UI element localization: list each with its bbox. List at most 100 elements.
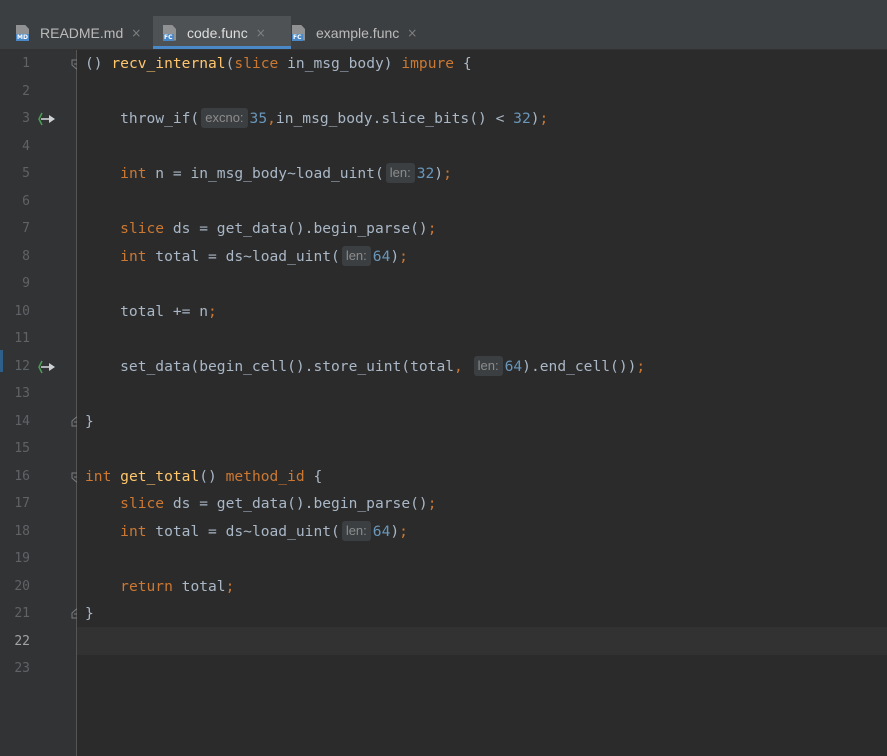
code-token: ; bbox=[427, 220, 437, 237]
close-tab-icon[interactable]: × bbox=[407, 26, 417, 40]
line-number: 6 bbox=[22, 193, 30, 209]
code-token: get_total bbox=[120, 467, 200, 485]
parameter-hint: len: bbox=[341, 245, 371, 266]
parameter-hint: excno: bbox=[201, 108, 248, 128]
line-number: 15 bbox=[14, 441, 30, 456]
markdown-file-icon: MD bbox=[16, 24, 32, 41]
code-token: } bbox=[85, 412, 94, 430]
line-number: 23 bbox=[14, 661, 30, 676]
code-token: set_data(begin_cell().store_uint(total bbox=[85, 357, 455, 375]
editor-gutter[interactable]: 1 2 3 4 5 6 7 8 9 10 11 12 13 14 15 16 17 18 19 20 21 22 23 bbox=[0, 50, 82, 756]
func-file-icon: FC bbox=[163, 24, 179, 41]
code-line[interactable]: int n = in_msg_body~load_uint(len: 32); bbox=[85, 160, 452, 188]
code-token: int bbox=[120, 165, 147, 182]
code-token: { bbox=[304, 467, 323, 485]
code-token: ds = get_data().begin_parse() bbox=[164, 220, 428, 237]
run-gutter-icon[interactable] bbox=[38, 112, 58, 126]
code-line[interactable]: throw_if(excno: 35,in_msg_body.slice_bits… bbox=[85, 105, 548, 133]
code-token: slice bbox=[120, 220, 165, 237]
code-line[interactable]: int get_total() method_id { bbox=[85, 463, 322, 491]
code-token: int bbox=[120, 247, 147, 265]
code-token: total = ds~load_uint( bbox=[146, 522, 340, 540]
tab-label: README.md bbox=[40, 24, 124, 41]
code-token: total = ds~load_uint( bbox=[146, 247, 340, 265]
line-number: 11 bbox=[14, 331, 30, 346]
code-line[interactable]: } bbox=[85, 600, 94, 628]
code-line[interactable]: } bbox=[85, 408, 94, 436]
code-line[interactable]: slice ds = get_data().begin_parse(); bbox=[85, 215, 436, 243]
code-token: ) bbox=[530, 110, 540, 127]
line-number: 16 bbox=[14, 468, 30, 484]
code-token: { bbox=[454, 55, 472, 72]
code-token: return bbox=[120, 577, 173, 595]
code-token: () bbox=[85, 55, 103, 72]
code-token: ; bbox=[427, 495, 437, 512]
code-token: ; bbox=[225, 577, 235, 595]
code-token: ) bbox=[434, 165, 444, 182]
code-token: ; bbox=[208, 302, 217, 320]
code-editor[interactable]: () recv_internal(slice in_msg_body) impu… bbox=[77, 50, 887, 756]
line-number: 4 bbox=[22, 138, 30, 154]
parameter-hint: len: bbox=[341, 520, 371, 541]
line-number: 9 bbox=[22, 276, 30, 291]
code-token: 64 bbox=[504, 357, 523, 375]
code-line[interactable]: () recv_internal(slice in_msg_body) impu… bbox=[85, 50, 472, 78]
close-tab-icon[interactable]: × bbox=[256, 26, 266, 40]
line-number: 17 bbox=[14, 496, 30, 511]
code-token: , bbox=[454, 357, 463, 375]
code-token: int bbox=[120, 522, 147, 540]
code-line[interactable]: int total = ds~load_uint(len: 64); bbox=[85, 243, 408, 271]
func-file-icon: FC bbox=[292, 24, 308, 41]
tab-label: code.func bbox=[187, 24, 248, 41]
code-line[interactable]: slice ds = get_data().begin_parse(); bbox=[85, 490, 436, 518]
code-token: ds = get_data().begin_parse() bbox=[164, 495, 428, 512]
current-line-highlight bbox=[77, 627, 887, 655]
code-token: total += n bbox=[85, 302, 209, 320]
parameter-hint: len: bbox=[385, 163, 415, 183]
code-line[interactable]: total += n; bbox=[85, 298, 217, 326]
code-line[interactable]: int total = ds~load_uint(len: 64); bbox=[85, 518, 408, 546]
code-token: n = in_msg_body~load_uint( bbox=[146, 165, 384, 182]
line-number: 5 bbox=[22, 166, 30, 181]
code-token: } bbox=[85, 605, 94, 622]
code-token: 64 bbox=[372, 522, 391, 540]
code-line[interactable]: return total; bbox=[85, 573, 234, 601]
line-number: 12 bbox=[14, 358, 30, 374]
tab-example-func[interactable]: FC example.func × bbox=[284, 16, 432, 49]
code-token: ; bbox=[399, 247, 408, 265]
line-number: 1 bbox=[22, 56, 30, 71]
code-line[interactable]: set_data(begin_cell().store_uint(total, … bbox=[85, 353, 645, 381]
code-token: int bbox=[85, 467, 112, 485]
line-number: 14 bbox=[14, 413, 30, 429]
code-token: throw_if( bbox=[85, 110, 200, 127]
code-token: () bbox=[199, 467, 226, 485]
line-number: 13 bbox=[14, 386, 30, 401]
code-token: total bbox=[172, 577, 226, 595]
code-token: ; bbox=[399, 522, 408, 540]
close-tab-icon[interactable]: × bbox=[131, 26, 141, 40]
code-token: 32 bbox=[416, 165, 435, 182]
tab-readme-md[interactable]: MD README.md × bbox=[4, 16, 162, 49]
line-number: 2 bbox=[22, 83, 30, 99]
code-token: 35 bbox=[249, 110, 268, 127]
tab-code-func[interactable]: FC code.func × bbox=[153, 16, 291, 49]
code-token: method_id bbox=[225, 467, 305, 485]
line-number: 7 bbox=[22, 221, 30, 236]
editor-tab-bar: MD README.md × FC code.func × FC example… bbox=[0, 16, 887, 50]
code-token: ; bbox=[443, 165, 452, 182]
run-gutter-icon[interactable] bbox=[38, 360, 58, 374]
line-number: 20 bbox=[14, 578, 30, 594]
line-number: 10 bbox=[14, 303, 30, 319]
code-token: slice bbox=[234, 55, 279, 72]
code-token: slice bbox=[120, 495, 165, 512]
line-number: 18 bbox=[14, 523, 30, 539]
title-strip bbox=[0, 0, 887, 17]
line-number: 3 bbox=[22, 111, 30, 126]
